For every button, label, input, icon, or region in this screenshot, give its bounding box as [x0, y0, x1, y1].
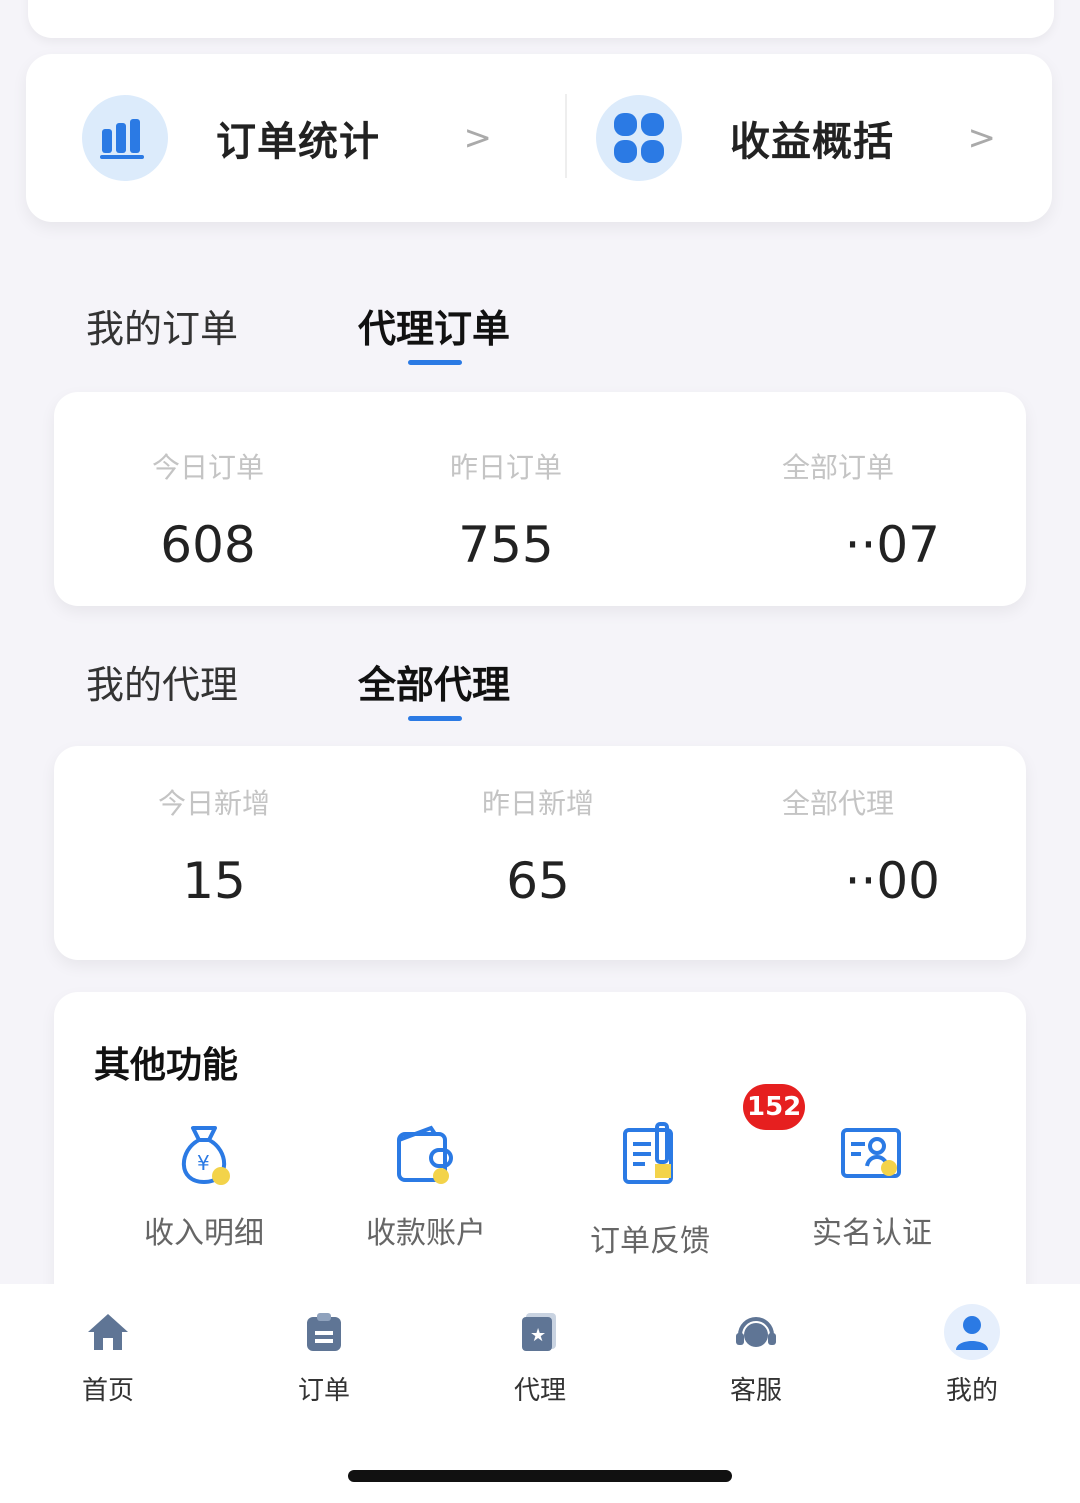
- divider: [565, 94, 567, 178]
- stat-label: 昨日订单: [449, 451, 562, 484]
- grid-icon: [596, 95, 682, 181]
- nav-label: 我的: [945, 1376, 998, 1406]
- agent-tabs: 我的代理 全部代理: [86, 654, 630, 721]
- nav-label: 首页: [81, 1376, 134, 1406]
- clipboard-icon: [296, 1304, 352, 1360]
- earnings-entry[interactable]: 收益概括 >: [596, 54, 1026, 222]
- func-label: 订单反馈: [590, 1224, 710, 1259]
- agent-stats-card: 今日新增 15 昨日新增 65 全部代理 ··00: [54, 746, 1026, 960]
- tab-agent-orders[interactable]: 代理订单: [358, 298, 630, 365]
- agent-icon: ★: [512, 1304, 568, 1360]
- nav-item-agent[interactable]: ★ 代理: [480, 1304, 600, 1407]
- stat-yesterday-orders: 昨日订单 755: [356, 392, 656, 574]
- order-stats-card: 今日订单 608 昨日订单 755 全部订单 ··07: [54, 392, 1026, 606]
- func-label: 收款账户: [366, 1216, 486, 1251]
- stat-label: 今日订单: [151, 451, 264, 484]
- tab-all-agents-label: 全部代理: [358, 663, 511, 707]
- money-bag-icon: ¥: [169, 1120, 239, 1190]
- stat-value: ··07: [844, 516, 940, 574]
- nav-label: 客服: [729, 1376, 782, 1406]
- nav-label: 代理: [513, 1376, 566, 1406]
- stat-value: 608: [160, 516, 256, 574]
- feedback-icon: 152: [615, 1084, 806, 1190]
- quick-stats-card: 订单统计 > 收益概括 >: [26, 54, 1052, 222]
- user-icon: [944, 1304, 1000, 1360]
- order-stats-label: 订单统计: [216, 119, 380, 165]
- stat-all-orders: 全部订单 ··07: [654, 392, 954, 574]
- stat-label: 今日新增: [157, 787, 270, 820]
- stat-yesterday-new: 昨日新增 65: [388, 746, 688, 910]
- earnings-label: 收益概括: [730, 119, 894, 165]
- stat-value: ··00: [844, 852, 940, 910]
- nav-label: 订单: [297, 1376, 350, 1406]
- id-card-icon: [837, 1120, 907, 1190]
- order-feedback-button[interactable]: 152 订单反馈: [550, 1084, 806, 1260]
- func-label: 实名认证: [812, 1216, 932, 1251]
- chevron-right-icon: >: [463, 118, 493, 158]
- stat-today-new: 今日新增 15: [64, 746, 364, 910]
- stat-value: 65: [506, 852, 570, 910]
- stat-label: 昨日新增: [481, 787, 594, 820]
- tab-all-agents[interactable]: 全部代理: [358, 654, 630, 721]
- tab-my-agents[interactable]: 我的代理: [86, 654, 358, 709]
- func-label: 收入明细: [144, 1216, 264, 1251]
- section-title: 其他功能: [94, 1045, 239, 1086]
- order-tabs: 我的订单 代理订单: [86, 298, 630, 365]
- top-card: [28, 0, 1054, 38]
- home-icon: [80, 1304, 136, 1360]
- svg-text:★: ★: [530, 1325, 546, 1346]
- real-name-auth-button[interactable]: 实名认证: [772, 1120, 972, 1252]
- stat-label: 全部订单: [781, 451, 894, 484]
- stat-today-orders: 今日订单 608: [58, 392, 358, 574]
- home-indicator: [348, 1470, 732, 1482]
- stat-value: 15: [182, 852, 246, 910]
- tab-underline: [408, 716, 462, 721]
- income-detail-button[interactable]: ¥ 收入明细: [104, 1120, 304, 1252]
- nav-item-orders[interactable]: 订单: [264, 1304, 384, 1407]
- other-functions-card: 其他功能 ¥ 收入明细 收款账户 152 订单反馈 实名认证: [54, 992, 1026, 1312]
- order-stats-entry[interactable]: 订单统计 >: [82, 54, 522, 222]
- nav-item-mine[interactable]: 我的: [912, 1304, 1032, 1407]
- tab-underline: [408, 360, 462, 365]
- stat-label: 全部代理: [781, 787, 894, 820]
- tab-my-orders[interactable]: 我的订单: [86, 298, 358, 353]
- tab-agent-orders-label: 代理订单: [358, 307, 511, 351]
- svg-text:¥: ¥: [197, 1151, 210, 1175]
- nav-item-home[interactable]: 首页: [48, 1304, 168, 1407]
- nav-item-service[interactable]: 客服: [696, 1304, 816, 1407]
- app-page: 订单统计 > 收益概括 > 我的订单 代理订单 今日订单 608 昨日订单 75…: [0, 0, 1080, 1503]
- payment-account-button[interactable]: 收款账户: [326, 1120, 526, 1252]
- bar-chart-icon: [82, 95, 168, 181]
- stat-all-agents: 全部代理 ··00: [654, 746, 954, 910]
- chevron-right-icon: >: [967, 118, 997, 158]
- stat-value: 755: [458, 516, 554, 574]
- wallet-icon: [391, 1120, 461, 1190]
- headset-icon: [728, 1304, 784, 1360]
